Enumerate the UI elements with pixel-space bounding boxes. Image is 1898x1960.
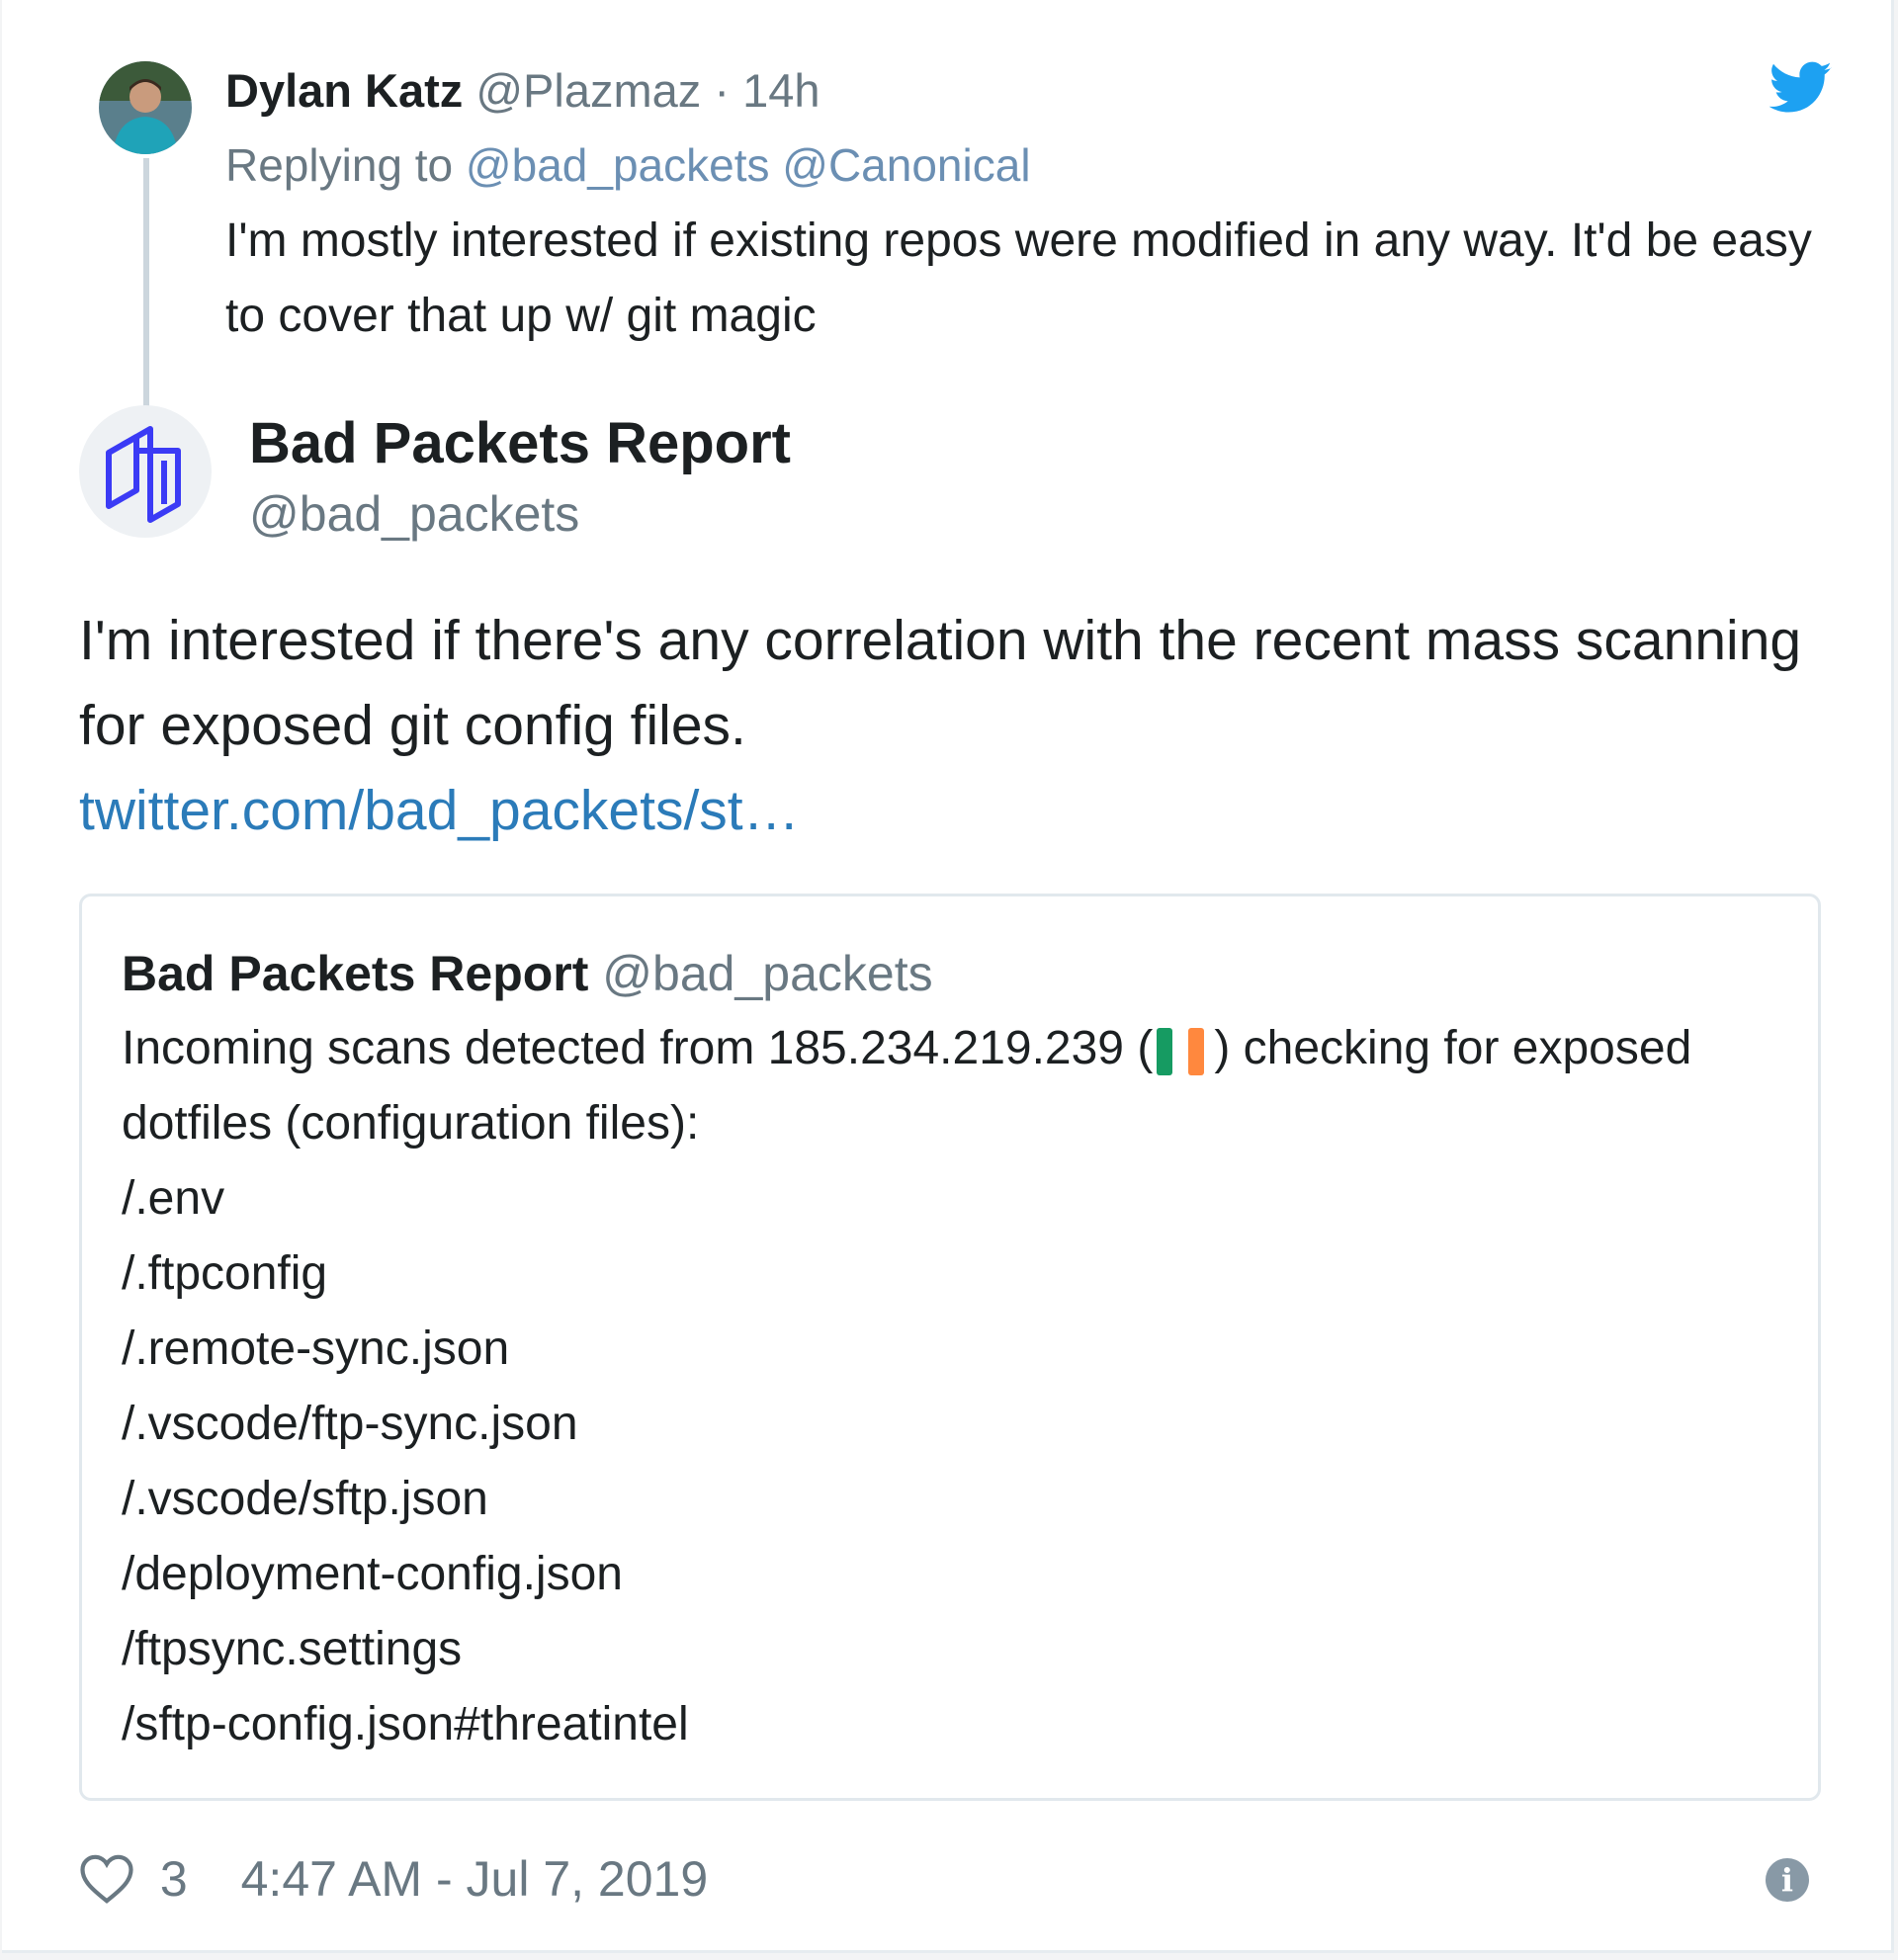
parent-tweet-text: I'm mostly interested if existing repos … [225,214,1812,342]
reply-mention-bad-packets[interactable]: @bad_packets [466,139,770,191]
info-icon[interactable]: i [1766,1858,1809,1902]
main-author-handle[interactable]: @bad_packets [249,478,579,550]
quoted-text-before-flag: Incoming scans detected from 185.234.219… [122,1022,1154,1074]
replying-to-row: Replying to @bad_packets @Canonical [225,127,1827,204]
dylan-avatar[interactable] [99,61,192,154]
parent-author-row: Dylan Katz @Plazmaz · 14h [225,55,1827,127]
replying-to-label: Replying to [225,139,454,191]
dotfile-path: /.ftpconfig [122,1247,328,1300]
quoted-author-row: Bad Packets Report @bad_packets [122,936,1782,1011]
reply-mention-canonical[interactable]: @Canonical [782,139,1030,191]
dotfile-path: /.vscode/ftp-sync.json [122,1398,578,1450]
quoted-author-name: Bad Packets Report [122,946,589,1001]
dotfile-path-list: /.env /.ftpconfig /.remote-sync.json /.v… [122,1161,1782,1762]
tweet-footer: 3 4:47 AM - Jul 7, 2019 i [79,1844,1819,1914]
main-tweet-text-block: I'm interested if there's any correlatio… [79,598,1819,853]
parent-tweet: Dylan Katz @Plazmaz · 14h Replying to @b… [99,55,1839,451]
like-count[interactable]: 3 [160,1851,188,1907]
dotfile-path: /.remote-sync.json [122,1322,510,1375]
dotfile-path: /ftpsync.settings [122,1623,463,1675]
heart-icon[interactable] [79,1853,134,1905]
parent-author-name[interactable]: Dylan Katz [225,64,463,117]
dotfile-path: /.env [122,1172,225,1225]
tweet-timestamp[interactable]: 4:47 AM - Jul 7, 2019 [241,1851,709,1907]
twitter-bird-icon[interactable] [1769,61,1833,115]
main-tweet-link[interactable]: twitter.com/bad_packets/st… [79,768,1819,853]
main-author-name[interactable]: Bad Packets Report [249,403,791,484]
quoted-tweet[interactable]: Bad Packets Report @bad_packets Incoming… [79,894,1821,1801]
ireland-flag-icon [1157,1023,1210,1076]
dotfile-path: /sftp-config.json#threatintel [122,1698,689,1750]
parent-time-ago[interactable]: 14h [742,64,820,117]
quoted-tweet-text: Incoming scans detected from 185.234.219… [122,1011,1782,1161]
embedded-tweet-card: Dylan Katz @Plazmaz · 14h Replying to @b… [2,0,1894,1953]
parent-author-handle[interactable]: @Plazmaz [475,64,701,117]
bad-packets-avatar[interactable] [79,405,212,538]
main-tweet-text: I'm interested if there's any correlatio… [79,609,1802,757]
dotfile-path: /deployment-config.json [122,1548,623,1600]
separator-dot: · [714,64,730,117]
quoted-author-handle: @bad_packets [602,946,933,1001]
dotfile-path: /.vscode/sftp.json [122,1473,488,1525]
